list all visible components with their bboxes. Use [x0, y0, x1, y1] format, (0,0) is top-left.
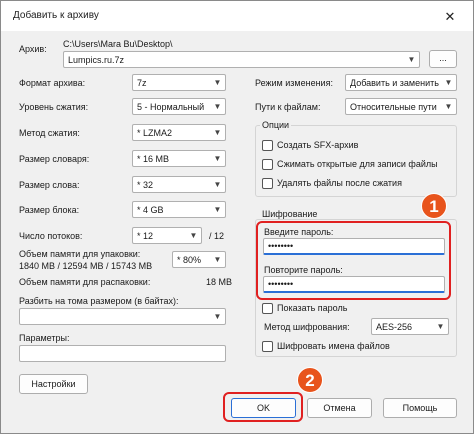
path-mode-combo[interactable]: Относительные пути ▼ [345, 98, 457, 115]
level-combo[interactable]: 5 - Нормальный ▼ [132, 98, 226, 115]
level-label: Уровень сжатия: [19, 102, 89, 112]
threads-total: / 12 [209, 231, 225, 241]
add-to-archive-dialog: Добавить к архиву ✕ Архив: C:\Users\Mara… [0, 0, 474, 434]
level-value: 5 - Нормальный [137, 102, 205, 112]
help-button[interactable]: Помощь [383, 398, 457, 418]
chevron-down-icon: ▼ [436, 322, 445, 331]
path-mode-label: Пути к файлам: [255, 102, 321, 112]
mem-pack-percent-value: * 80% [177, 255, 202, 265]
show-password-checkbox[interactable] [262, 303, 273, 314]
dict-combo[interactable]: * 16 MB ▼ [132, 150, 226, 167]
encryption-method-label: Метод шифрования: [264, 322, 350, 332]
password-highlight-box [256, 221, 451, 300]
shared-files-checkbox[interactable] [262, 159, 273, 170]
chevron-down-icon: ▼ [444, 102, 453, 111]
update-mode-value: Добавить и заменить [350, 78, 439, 88]
threads-value: * 12 [137, 231, 154, 241]
mem-pack-values: 1840 MB / 12594 MB / 15743 MB [19, 261, 153, 271]
update-mode-combo[interactable]: Добавить и заменить ▼ [345, 74, 457, 91]
chevron-down-icon: ▼ [213, 128, 222, 137]
block-combo[interactable]: * 4 GB ▼ [132, 201, 226, 218]
chevron-down-icon: ▼ [189, 231, 198, 240]
block-value: * 4 GB [137, 205, 164, 215]
word-label: Размер слова: [19, 180, 80, 190]
chevron-down-icon: ▼ [407, 55, 416, 64]
mem-pack-percent-combo[interactable]: * 80% ▼ [172, 251, 226, 268]
archive-folder-path: C:\Users\Mara Bu\Desktop\ [63, 39, 173, 49]
encrypt-names-checkbox[interactable] [262, 341, 273, 352]
options-title: Опции [260, 120, 292, 130]
format-label: Формат архива: [19, 78, 86, 88]
split-label: Разбить на тома размером (в байтах): [19, 296, 179, 306]
browse-button[interactable]: ... [429, 50, 457, 68]
format-value: 7z [137, 78, 147, 88]
cancel-button[interactable]: Отмена [307, 398, 372, 418]
shared-files-label: Сжимать открытые для записи файлы [277, 159, 438, 169]
settings-button[interactable]: Настройки [19, 374, 88, 394]
block-label: Размер блока: [19, 205, 80, 215]
params-input[interactable] [19, 345, 226, 362]
chevron-down-icon: ▼ [213, 154, 222, 163]
encrypt-names-label: Шифровать имена файлов [277, 341, 390, 351]
step-badge-2: 2 [297, 367, 323, 393]
title-bar: Добавить к архиву ✕ [1, 1, 473, 31]
params-label: Параметры: [19, 333, 70, 343]
sfx-label: Создать SFX-архив [277, 140, 359, 150]
chevron-down-icon: ▼ [213, 255, 222, 264]
chevron-down-icon: ▼ [213, 78, 222, 87]
show-password-label: Показать пароль [277, 303, 348, 313]
format-combo[interactable]: 7z ▼ [132, 74, 226, 91]
close-icon[interactable]: ✕ [436, 7, 464, 27]
chevron-down-icon: ▼ [213, 312, 222, 321]
sfx-checkbox[interactable] [262, 140, 273, 151]
chevron-down-icon: ▼ [213, 205, 222, 214]
method-label: Метод сжатия: [19, 128, 80, 138]
threads-label: Число потоков: [19, 231, 83, 241]
mem-unpack-value: 18 MB [206, 277, 233, 287]
update-mode-label: Режим изменения: [255, 78, 333, 88]
chevron-down-icon: ▼ [213, 102, 222, 111]
archive-name-value: Lumpics.ru.7z [68, 55, 125, 65]
method-value: * LZMA2 [137, 128, 173, 138]
dict-label: Размер словаря: [19, 154, 90, 164]
path-mode-value: Относительные пути [350, 102, 437, 112]
step-badge-1: 1 [421, 193, 447, 219]
delete-after-checkbox[interactable] [262, 178, 273, 189]
mem-pack-label: Объем памяти для упаковки: [19, 249, 141, 259]
encryption-method-value: AES-256 [376, 322, 413, 332]
dict-value: * 16 MB [137, 154, 170, 164]
threads-combo[interactable]: * 12 ▼ [132, 227, 202, 244]
mem-unpack-label: Объем памяти для распаковки: [19, 277, 151, 287]
word-combo[interactable]: * 32 ▼ [132, 176, 226, 193]
method-combo[interactable]: * LZMA2 ▼ [132, 124, 226, 141]
chevron-down-icon: ▼ [444, 78, 453, 87]
chevron-down-icon: ▼ [213, 180, 222, 189]
word-value: * 32 [137, 180, 154, 190]
archive-label: Архив: [19, 44, 47, 54]
encryption-method-combo[interactable]: AES-256 ▼ [371, 318, 449, 335]
encryption-title: Шифрование [260, 209, 320, 219]
split-combo[interactable]: ▼ [19, 308, 226, 325]
delete-after-label: Удалять файлы после сжатия [277, 178, 402, 188]
window-title: Добавить к архиву [13, 10, 99, 21]
ok-highlight-box [223, 392, 303, 422]
archive-name-combo[interactable]: Lumpics.ru.7z ▼ [63, 51, 420, 68]
